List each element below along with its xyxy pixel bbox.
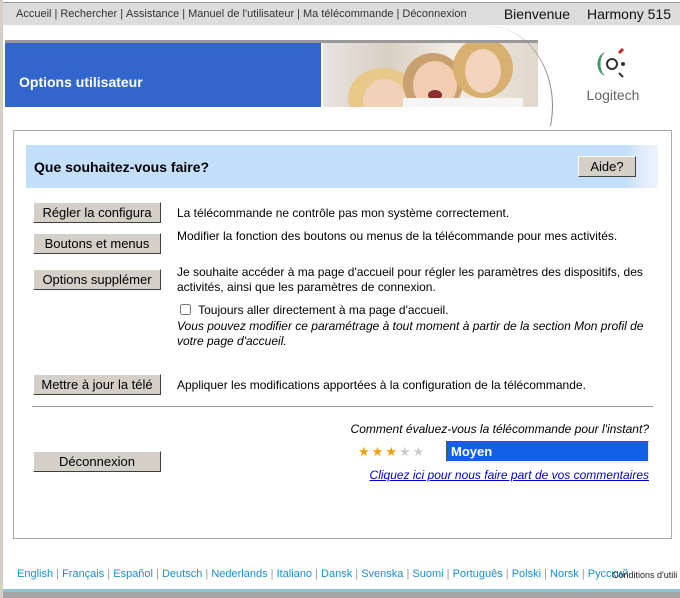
update-remote-button[interactable]: Mettre à jour la télé xyxy=(33,374,161,395)
question-title: Que souhaitez-vous faire? xyxy=(34,159,210,175)
terms-link[interactable]: Conditions d'utili xyxy=(612,570,677,580)
star-filled-icon[interactable]: ★ xyxy=(372,444,386,459)
buttons-menus-button[interactable]: Boutons et menus xyxy=(33,233,161,254)
language-link[interactable]: Español xyxy=(113,568,153,580)
nav-link[interactable]: Accueil xyxy=(13,8,54,20)
separator: | xyxy=(352,568,362,580)
nav-link[interactable]: Assistance xyxy=(123,8,182,20)
separator: | xyxy=(578,568,588,580)
option-desc: Appliquer les modifications apportées à … xyxy=(177,378,586,392)
star-empty-icon[interactable]: ★ xyxy=(399,444,413,459)
home-note: Vous pouvez modifier ce paramétrage à to… xyxy=(177,319,644,348)
home-checkbox-row: Toujours aller directement à ma page d'a… xyxy=(180,303,650,318)
separator: | xyxy=(267,568,277,580)
language-link[interactable]: Nederlands xyxy=(211,568,267,580)
more-options-button[interactable]: Options supplémer xyxy=(33,269,161,290)
logo-text: Logitech xyxy=(586,87,640,103)
language-link[interactable]: Dansk xyxy=(321,568,352,580)
nav-link[interactable]: Rechercher xyxy=(57,8,120,20)
welcome-text: Bienvenue xyxy=(503,6,570,22)
home-checkbox[interactable] xyxy=(180,304,191,315)
language-link[interactable]: Português xyxy=(453,568,503,580)
logitech-logo: Logitech xyxy=(581,47,645,103)
star-filled-icon[interactable]: ★ xyxy=(385,444,399,459)
nav-link[interactable]: Déconnexion xyxy=(399,8,469,20)
language-link[interactable]: Norsk xyxy=(550,568,579,580)
option-desc: Je souhaite accéder à ma page d'accueil … xyxy=(177,265,643,294)
page-title: Options utilisateur xyxy=(5,43,321,107)
rating-question: Comment évaluez-vous la télécommande pou… xyxy=(350,422,649,436)
separator: | xyxy=(541,568,551,580)
bottom-bar-gray xyxy=(3,592,680,598)
language-link[interactable]: Polski xyxy=(512,568,541,580)
help-button[interactable]: Aide? xyxy=(578,156,636,177)
language-link[interactable]: Suomi xyxy=(412,568,443,580)
separator: | xyxy=(53,568,63,580)
rating-label: Moyen xyxy=(446,441,649,462)
option-desc: La télécommande ne contrôle pas mon syst… xyxy=(177,206,510,220)
separator: | xyxy=(104,568,114,580)
home-checkbox-label: Toujours aller directement à ma page d'a… xyxy=(198,303,449,317)
star-rating[interactable]: ★★★★★ xyxy=(358,444,426,460)
separator: | xyxy=(202,568,212,580)
feedback-link-wrap: Cliquez ici pour nous faire part de vos … xyxy=(303,468,649,482)
model-name: Harmony 515 xyxy=(586,6,671,22)
language-link[interactable]: Français xyxy=(62,568,104,580)
star-empty-icon[interactable]: ★ xyxy=(413,444,427,459)
divider xyxy=(32,406,653,407)
separator: | xyxy=(443,568,453,580)
separator: | xyxy=(502,568,512,580)
star-filled-icon[interactable]: ★ xyxy=(358,444,372,459)
language-link[interactable]: Deutsch xyxy=(162,568,202,580)
nav-link[interactable]: Manuel de l'utilisateur xyxy=(185,8,297,20)
nav-link[interactable]: Ma télécommande xyxy=(300,8,397,20)
language-links: English | Français | Español | Deutsch |… xyxy=(17,568,629,580)
logout-button[interactable]: Déconnexion xyxy=(33,451,161,472)
feedback-link[interactable]: Cliquez ici pour nous faire part de vos … xyxy=(370,468,649,482)
option-desc: Modifier la fonction des boutons ou menu… xyxy=(177,229,618,243)
language-link[interactable]: English xyxy=(17,568,53,580)
separator: | xyxy=(312,568,322,580)
adjust-setup-button[interactable]: Régler la configura xyxy=(33,202,161,223)
separator: | xyxy=(153,568,162,580)
language-link[interactable]: Svenska xyxy=(361,568,403,580)
nav-links: Accueil | Rechercher | Assistance | Manuel de … xyxy=(13,8,470,20)
top-nav: Accueil | Rechercher | Assistance | Manuel de … xyxy=(3,2,680,25)
language-link[interactable]: Italiano xyxy=(277,568,312,580)
